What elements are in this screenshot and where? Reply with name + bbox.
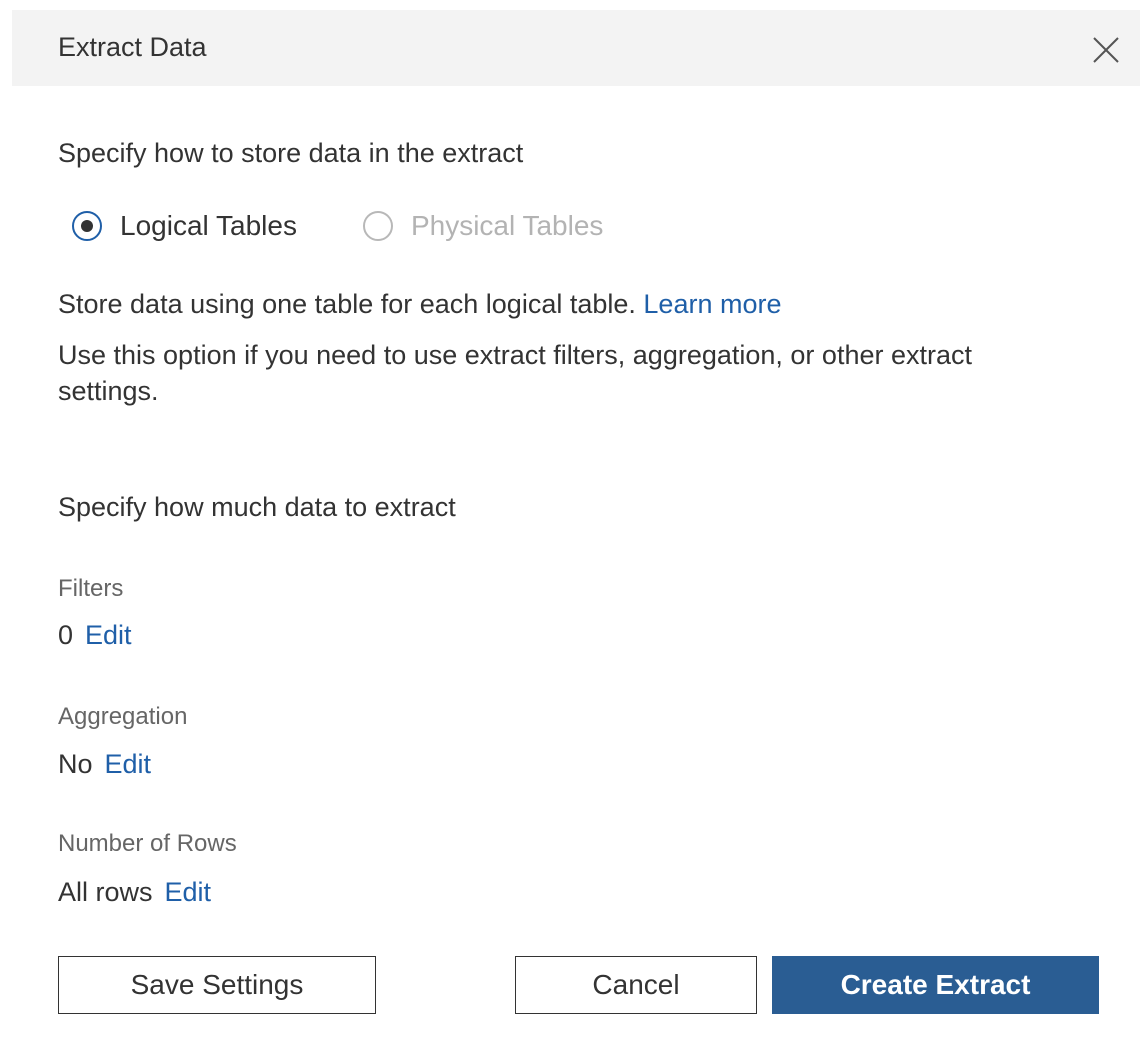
amount-heading: Specify how much data to extract bbox=[58, 492, 456, 522]
rows-value: All rows bbox=[58, 877, 153, 907]
rows-label: Number of Rows bbox=[58, 830, 237, 857]
aggregation-row: No Edit bbox=[58, 749, 151, 780]
filters-label: Filters bbox=[58, 575, 124, 602]
radio-unchecked-icon[interactable] bbox=[362, 211, 393, 241]
storage-radio-group: Logical Tables Physical Tables bbox=[72, 206, 603, 246]
close-button[interactable] bbox=[1090, 34, 1122, 66]
storage-description: Store data using one table for each logi… bbox=[58, 289, 781, 320]
rows-edit-link[interactable]: Edit bbox=[165, 877, 212, 907]
close-icon bbox=[1093, 37, 1119, 63]
extract-data-dialog: Extract Data Specify how to store data i… bbox=[12, 10, 1140, 1057]
learn-more-link[interactable]: Learn more bbox=[643, 289, 781, 319]
dialog-title: Extract Data bbox=[58, 32, 207, 62]
aggregation-label: Aggregation bbox=[58, 703, 188, 730]
save-settings-button[interactable]: Save Settings bbox=[58, 956, 376, 1014]
radio-physical-tables[interactable]: Physical Tables bbox=[362, 210, 604, 242]
aggregation-value: No bbox=[58, 749, 93, 779]
storage-heading: Specify how to store data in the extract bbox=[58, 138, 524, 168]
radio-checked-icon[interactable] bbox=[72, 211, 102, 241]
filters-edit-link[interactable]: Edit bbox=[85, 620, 132, 650]
filters-value: 0 bbox=[58, 620, 74, 650]
radio-label-physical-tables: Physical Tables bbox=[410, 210, 604, 241]
radio-logical-tables[interactable]: Logical Tables bbox=[72, 210, 297, 242]
radio-label-logical-tables: Logical Tables bbox=[120, 210, 297, 241]
create-extract-button[interactable]: Create Extract bbox=[772, 956, 1099, 1014]
storage-description-text: Store data using one table for each logi… bbox=[58, 289, 636, 319]
rows-row: All rows Edit bbox=[58, 877, 211, 908]
storage-note: Use this option if you need to use extra… bbox=[58, 340, 972, 406]
cancel-button[interactable]: Cancel bbox=[515, 956, 757, 1014]
filters-row: 0 Edit bbox=[58, 620, 132, 651]
dialog-title-bar: Extract Data bbox=[12, 10, 1140, 86]
aggregation-edit-link[interactable]: Edit bbox=[105, 749, 152, 779]
